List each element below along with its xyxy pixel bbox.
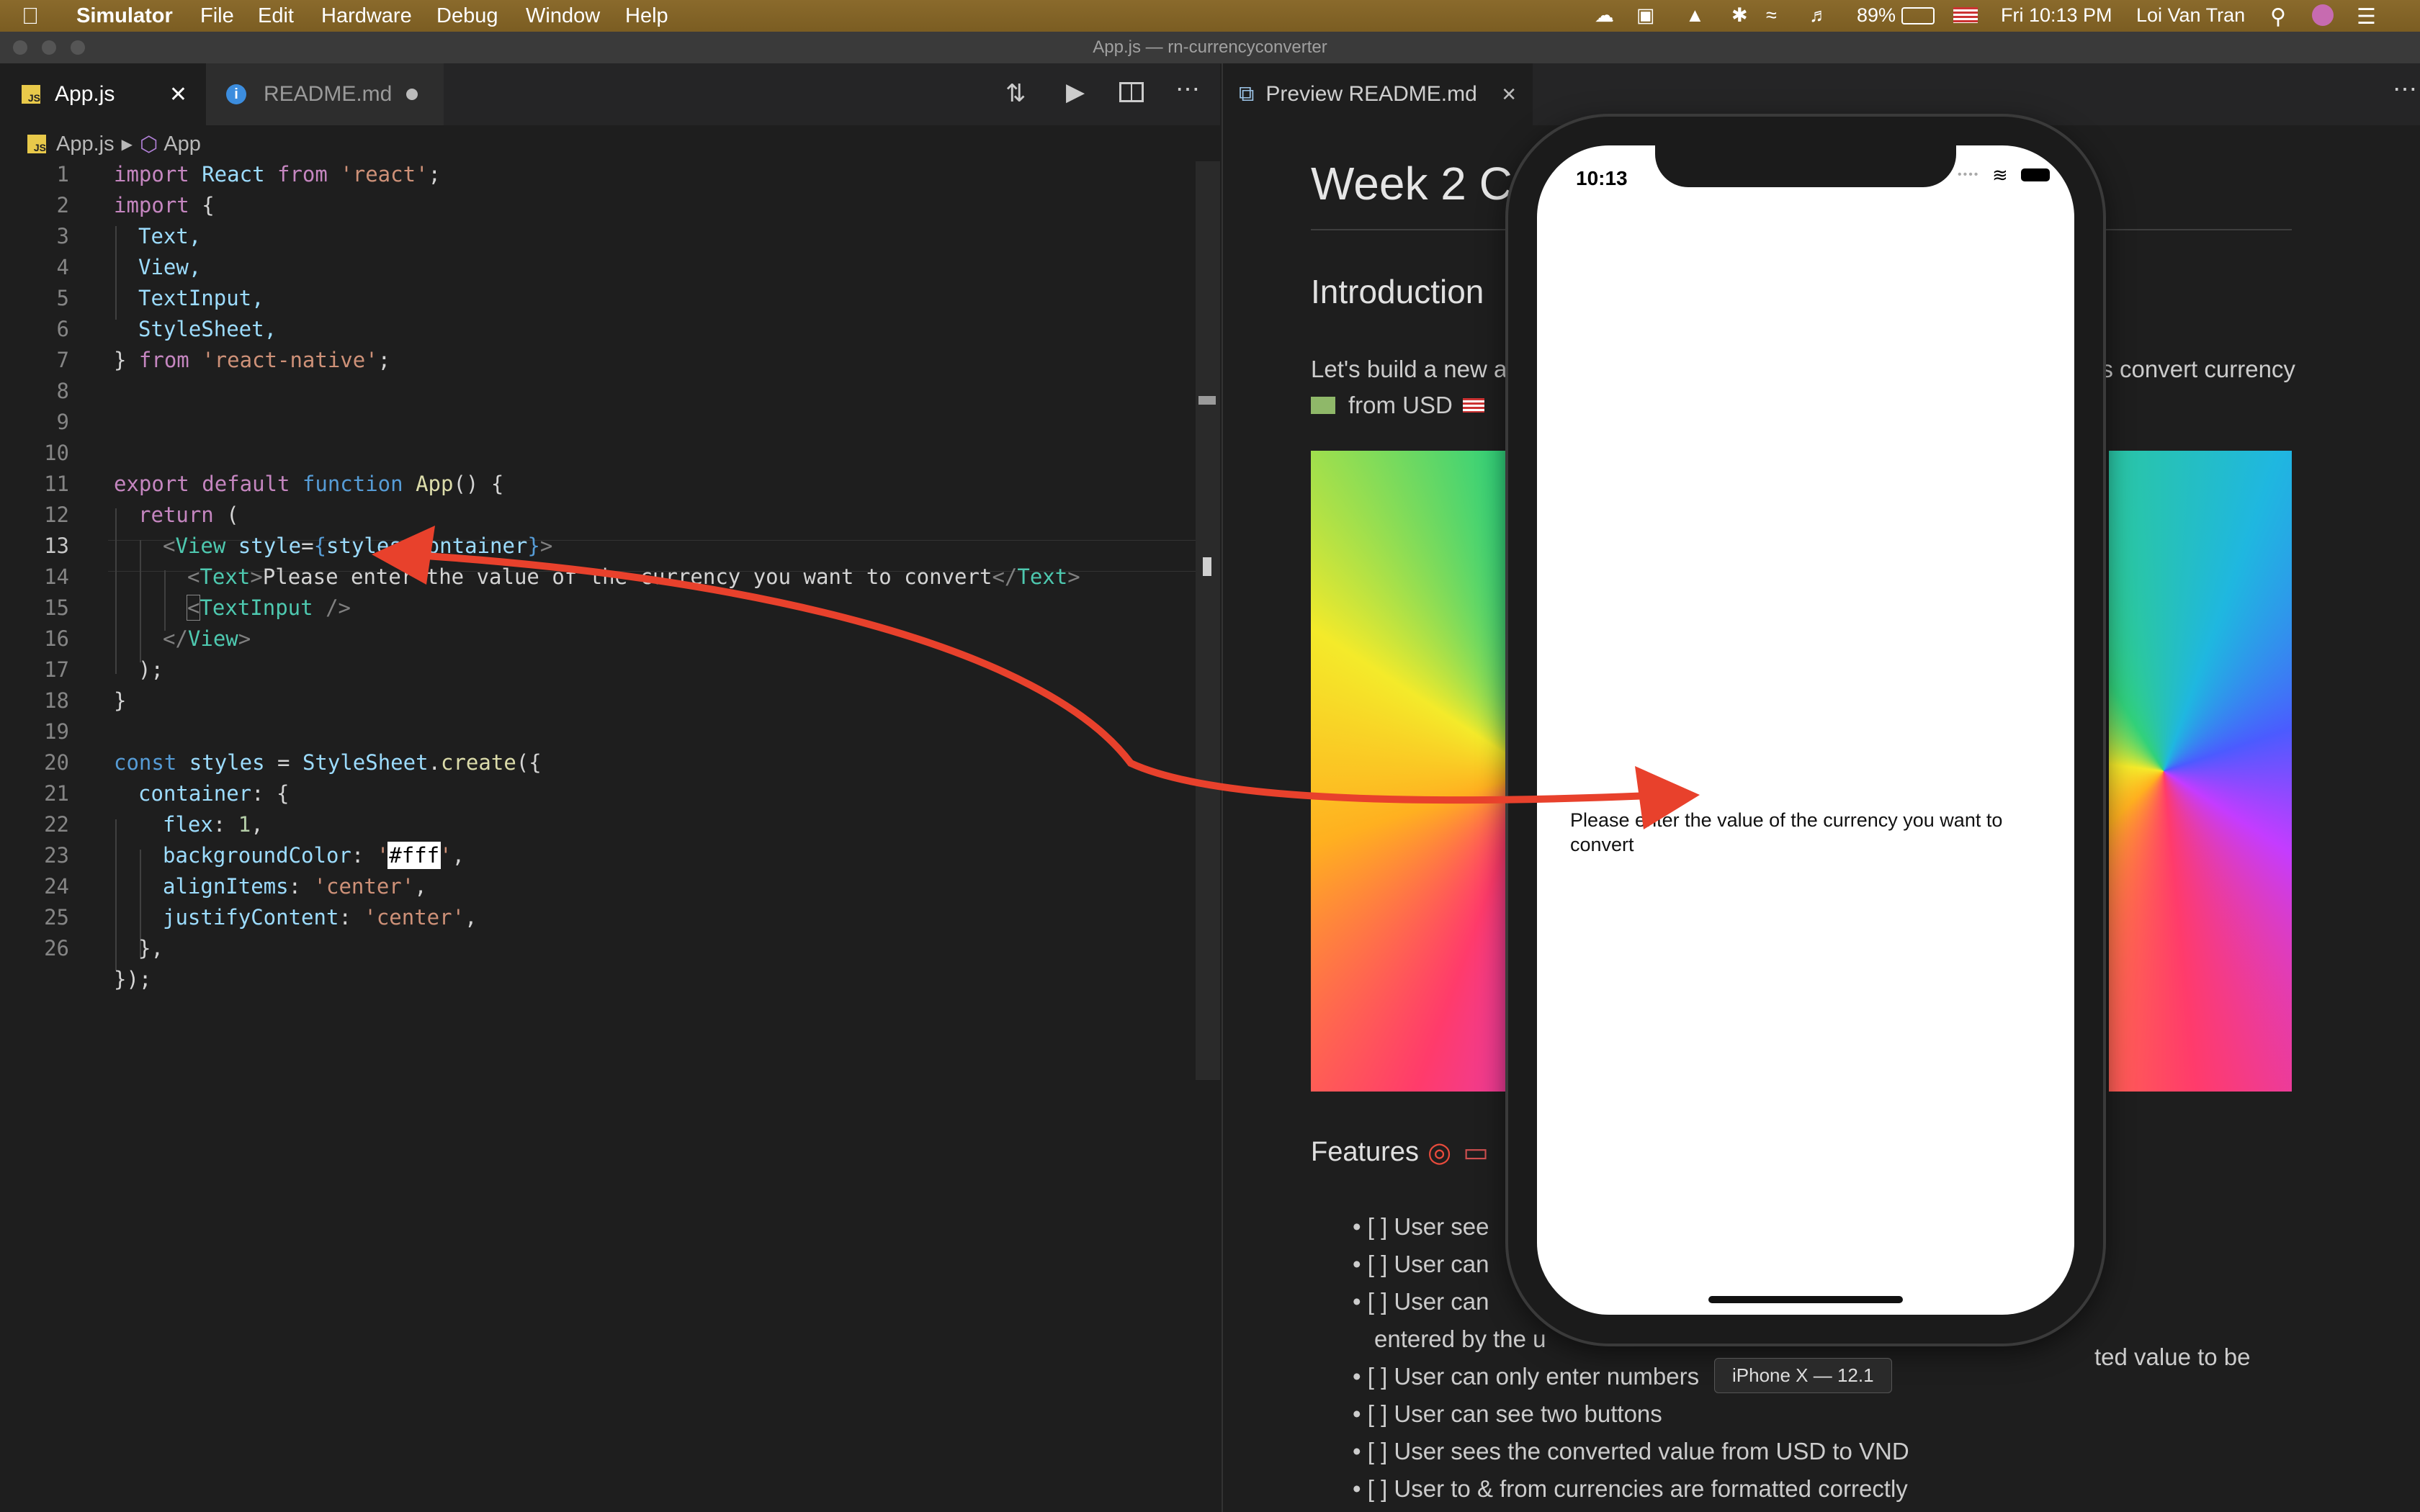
arrow-head-right xyxy=(1635,766,1700,829)
arrow-path xyxy=(400,551,1653,804)
annotation-arrow xyxy=(372,526,1700,829)
arrow-head-left xyxy=(372,526,435,585)
